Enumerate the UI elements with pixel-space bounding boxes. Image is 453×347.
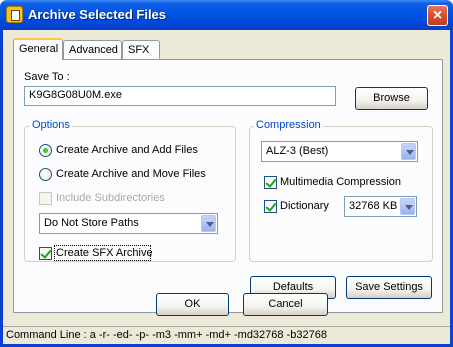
chevron-down-icon[interactable] [400,198,415,215]
dictionary-size-value: 32768 KB [349,200,398,212]
multimedia-label[interactable]: Multimedia Compression [280,176,401,188]
tab-advanced[interactable]: Advanced [63,40,122,60]
close-icon: × [432,7,443,24]
dictionary-label[interactable]: Dictionary [280,200,329,212]
create-sfx-checkbox[interactable] [39,247,52,260]
archive-dialog-window: Archive Selected Files × General Advance… [0,0,453,347]
ok-button[interactable]: OK [156,293,229,316]
title-bar[interactable]: Archive Selected Files × [0,0,453,30]
tab-panel-general: Save To : K9G8G08U0M.exe Browse Options … [13,59,443,313]
command-line-text: Command Line : a -r- -ed- -p- -m3 -mm+ -… [6,329,327,341]
tab-general-label: General [19,43,59,55]
create-sfx-label[interactable]: Create SFX Archive [56,247,153,259]
status-bar: Command Line : a -r- -ed- -p- -m3 -mm+ -… [3,326,450,344]
tab-advanced-label: Advanced [69,44,118,56]
options-group-title: Options [30,119,72,131]
tab-sfx[interactable]: SFX [122,40,160,60]
include-subdirs-checkbox[interactable] [39,192,52,205]
browse-button[interactable]: Browse [355,87,428,110]
tab-sfx-label: SFX [128,44,150,56]
dictionary-checkbox[interactable] [264,200,277,213]
save-to-input[interactable]: K9G8G08U0M.exe [24,86,336,106]
create-move-radio[interactable] [39,168,52,181]
chevron-down-icon[interactable] [201,215,216,232]
compression-method-select[interactable]: ALZ-3 (Best) [261,141,418,162]
store-paths-select[interactable]: Do Not Store Paths [39,213,218,234]
create-move-label[interactable]: Create Archive and Move Files [56,168,206,180]
include-subdirs-label: Include Subdirectories [56,192,165,204]
window-title: Archive Selected Files [28,7,167,22]
save-settings-button[interactable]: Save Settings [346,276,432,299]
archive-app-icon [6,6,23,23]
tab-general[interactable]: General [13,38,63,60]
compression-group-title: Compression [254,119,323,131]
store-paths-value: Do Not Store Paths [44,217,139,229]
chevron-down-icon[interactable] [401,143,416,160]
create-add-label[interactable]: Create Archive and Add Files [56,144,198,156]
create-add-radio[interactable] [39,144,52,157]
dialog-client-area: General Advanced SFX Save To : K9G8G08U0… [3,30,450,344]
compression-method-value: ALZ-3 (Best) [266,145,329,157]
multimedia-checkbox[interactable] [264,176,277,189]
save-to-label: Save To : [24,71,70,83]
close-button[interactable]: × [427,5,448,26]
dictionary-size-select[interactable]: 32768 KB [344,196,417,217]
cancel-button[interactable]: Cancel [243,293,328,316]
